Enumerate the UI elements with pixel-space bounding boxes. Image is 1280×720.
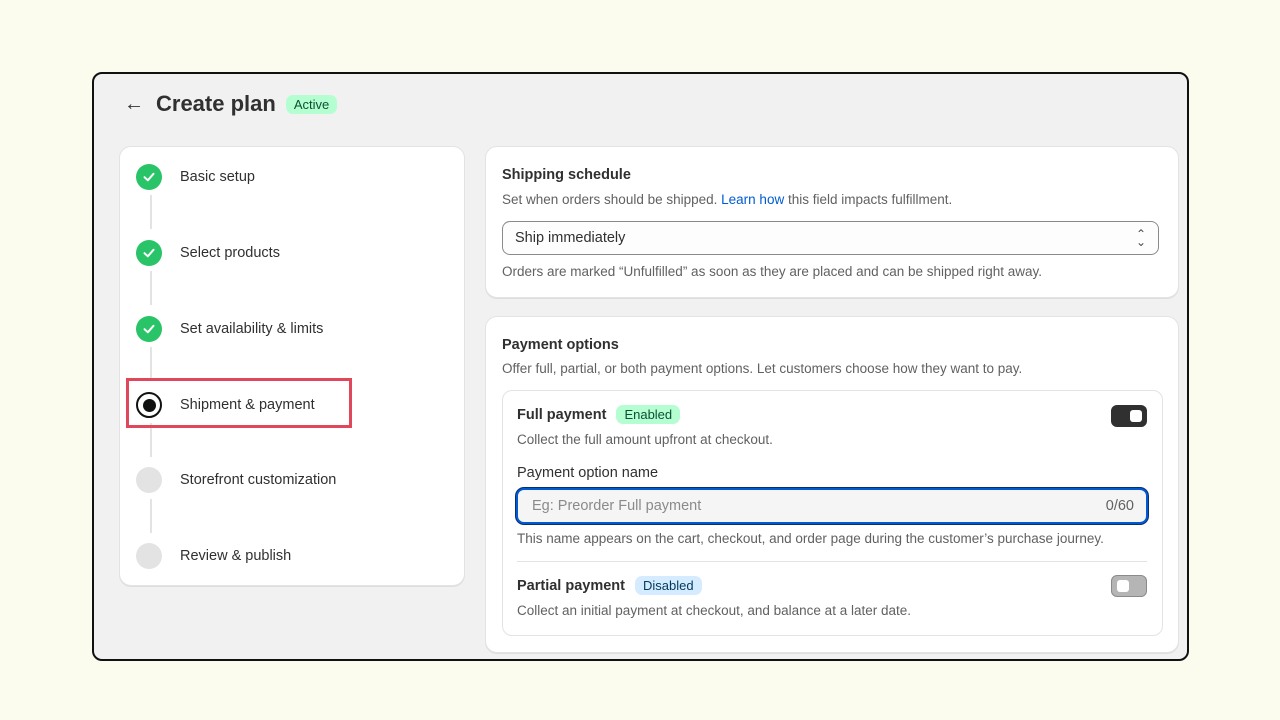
checkmark-icon bbox=[136, 316, 162, 342]
payment-title: Payment options bbox=[502, 337, 619, 353]
steps-sidebar: Basic setup Select products Set availabi… bbox=[119, 146, 465, 586]
page-header: ← Create plan Active bbox=[124, 90, 338, 118]
payment-option-name-help: This name appears on the cart, checkout,… bbox=[517, 531, 1104, 546]
status-badge: Active bbox=[285, 94, 338, 114]
step-connector bbox=[150, 271, 152, 305]
step-label: Review & publish bbox=[180, 548, 292, 564]
full-payment-title: Full payment bbox=[517, 406, 607, 423]
step-review-publish[interactable]: Review & publish bbox=[136, 541, 291, 571]
ship-schedule-select[interactable]: Ship immediately ⌃ ⌄ bbox=[502, 221, 1159, 255]
payment-options-card: Payment options Offer full, partial, or … bbox=[485, 316, 1179, 653]
select-value: Ship immediately bbox=[515, 230, 626, 246]
step-select-products[interactable]: Select products bbox=[136, 238, 280, 268]
partial-payment-toggle[interactable] bbox=[1111, 575, 1147, 597]
partial-payment-description: Collect an initial payment at checkout, … bbox=[517, 603, 911, 618]
shipping-desc-text: Set when orders should be shipped. bbox=[502, 192, 722, 207]
learn-how-link[interactable]: Learn how bbox=[721, 192, 784, 207]
pending-step-icon bbox=[136, 543, 162, 569]
shipping-title: Shipping schedule bbox=[502, 167, 631, 183]
payment-options-box: Full payment Enabled Collect the full am… bbox=[502, 390, 1163, 636]
partial-payment-header: Partial payment Disabled bbox=[517, 576, 702, 595]
step-label: Set availability & limits bbox=[180, 321, 324, 337]
shipping-desc-text: this field impacts fulfillment. bbox=[784, 192, 953, 207]
full-payment-description: Collect the full amount upfront at check… bbox=[517, 432, 773, 447]
current-step-highlight bbox=[126, 378, 352, 428]
step-storefront-customization[interactable]: Storefront customization bbox=[136, 465, 336, 495]
arrow-left-icon[interactable]: ← bbox=[124, 94, 144, 114]
payment-description: Offer full, partial, or both payment opt… bbox=[502, 361, 1023, 376]
partial-payment-title: Partial payment bbox=[517, 577, 625, 594]
divider bbox=[517, 561, 1147, 562]
step-set-availability[interactable]: Set availability & limits bbox=[136, 314, 323, 344]
character-count: 0/60 bbox=[1105, 498, 1134, 514]
step-label: Basic setup bbox=[180, 169, 255, 185]
shipping-help-text: Orders are marked “Unfulfilled” as soon … bbox=[502, 264, 1043, 279]
checkmark-icon bbox=[136, 240, 162, 266]
step-connector bbox=[150, 347, 152, 381]
page-title: Create plan bbox=[156, 91, 276, 116]
step-connector bbox=[150, 499, 152, 533]
step-label: Select products bbox=[180, 245, 280, 261]
checkmark-icon bbox=[136, 164, 162, 190]
chevron-up-down-icon: ⌃ ⌄ bbox=[1135, 226, 1146, 249]
step-connector bbox=[150, 195, 152, 229]
enabled-badge: Enabled bbox=[616, 405, 681, 424]
step-label: Storefront customization bbox=[180, 472, 337, 488]
payment-option-name-input[interactable] bbox=[530, 497, 1106, 515]
app-window: ← Create plan Active Basic setup Select … bbox=[92, 72, 1189, 661]
pending-step-icon bbox=[136, 467, 162, 493]
shipping-description: Set when orders should be shipped. Learn… bbox=[502, 192, 952, 207]
step-basic-setup[interactable]: Basic setup bbox=[136, 162, 255, 192]
full-payment-header: Full payment Enabled bbox=[517, 405, 681, 424]
disabled-badge: Disabled bbox=[635, 576, 702, 595]
payment-option-name-label: Payment option name bbox=[517, 465, 659, 481]
shipping-schedule-card: Shipping schedule Set when orders should… bbox=[485, 146, 1179, 298]
full-payment-toggle[interactable] bbox=[1111, 405, 1147, 427]
step-connector bbox=[150, 423, 152, 457]
payment-option-name-input-wrapper: 0/60 bbox=[516, 488, 1148, 524]
